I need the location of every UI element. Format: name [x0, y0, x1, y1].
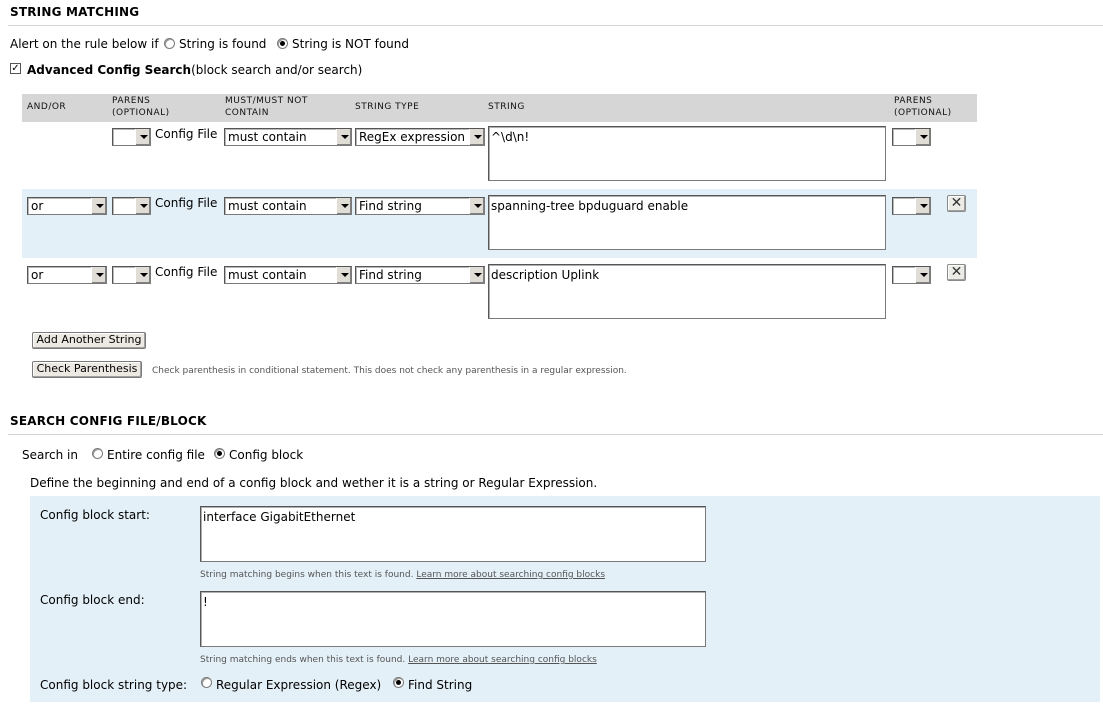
learn-more-link-end[interactable]: Learn more about searching config blocks [408, 655, 597, 665]
radio-string-not-found[interactable] [277, 38, 288, 49]
advanced-config-search-checkbox[interactable]: ✓ [10, 63, 21, 74]
string-type-select-row-1[interactable]: RegEx expression [355, 128, 485, 146]
radio-config-block[interactable] [214, 448, 225, 459]
section-divider [8, 434, 1103, 435]
chevron-down-icon [336, 129, 351, 145]
remove-row-3-button[interactable]: ✕ [947, 264, 966, 281]
radio-string-not-found-label: String is NOT found [292, 37, 409, 51]
config-block-start-help: String matching begins when this text is… [200, 570, 605, 580]
open-paren-select-row-1[interactable] [112, 128, 151, 146]
advanced-config-search-label: Advanced Config Search(block search and/… [27, 63, 362, 77]
header-parens-open-1: PARENS [112, 96, 151, 106]
open-paren-select-row-2[interactable] [112, 197, 151, 215]
radio-config-block-label: Config block [229, 448, 304, 462]
string-type-value: RegEx expression [359, 130, 466, 144]
must-select-row-3[interactable]: must contain [224, 266, 352, 284]
chevron-down-icon [336, 267, 351, 283]
radio-string-found-label: String is found [179, 37, 267, 51]
search-in-label: Search in [22, 448, 78, 462]
header-string: STRING [488, 102, 525, 112]
section-title-string-matching: STRING MATCHING [10, 5, 140, 19]
string-input-row-2[interactable]: spanning-tree bpduguard enable [488, 195, 886, 250]
source-label-row-1: Config File [155, 127, 218, 141]
string-table-header: AND/OR PARENS (OPTIONAL) MUST/MUST NOT CON… [22, 94, 977, 122]
close-paren-select-row-2[interactable] [892, 197, 931, 215]
section-title-search-config: SEARCH CONFIG FILE/BLOCK [10, 414, 207, 428]
chevron-down-icon [91, 198, 106, 214]
chevron-down-icon [915, 267, 930, 283]
radio-regular-expression-label: Regular Expression (Regex) [216, 678, 382, 692]
radio-find-string[interactable] [393, 677, 404, 688]
chevron-down-icon [469, 129, 484, 145]
andor-select-row-3[interactable]: or [27, 266, 107, 284]
radio-find-string-label: Find String [408, 678, 473, 692]
source-label-row-2: Config File [155, 196, 218, 210]
close-icon: ✕ [950, 195, 963, 211]
add-another-string-button[interactable]: Add Another String [32, 332, 146, 349]
radio-entire-config-file[interactable] [92, 448, 103, 459]
check-parenthesis-help: Check parenthesis in conditional stateme… [152, 366, 627, 376]
string-type-value: Find string [359, 268, 422, 282]
must-value: must contain [228, 199, 307, 213]
config-block-end-help: String matching ends when this text is f… [200, 655, 597, 665]
config-block-end-label: Config block end: [40, 593, 145, 607]
must-select-row-1[interactable]: must contain [224, 128, 352, 146]
radio-entire-config-file-label: Entire config file [107, 448, 205, 462]
andor-value: or [31, 199, 44, 213]
config-block-string-type-label: Config block string type: [40, 678, 188, 692]
header-andor: AND/OR [27, 102, 67, 112]
string-type-select-row-3[interactable]: Find string [355, 266, 485, 284]
chevron-down-icon [915, 198, 930, 214]
header-parens-open-2: (OPTIONAL) [112, 108, 170, 118]
config-block-end-input[interactable]: ! [200, 591, 706, 647]
advanced-label-rest: (block search and/or search) [191, 63, 363, 77]
chevron-down-icon [135, 198, 150, 214]
chevron-down-icon [469, 267, 484, 283]
define-block-description: Define the beginning and end of a config… [30, 476, 598, 490]
andor-select-row-2[interactable]: or [27, 197, 107, 215]
open-paren-select-row-3[interactable] [112, 266, 151, 284]
chevron-down-icon [336, 198, 351, 214]
radio-regular-expression[interactable] [201, 677, 212, 688]
header-must: MUST/MUST NOT CONTAIN [225, 95, 308, 119]
remove-row-2-button[interactable]: ✕ [947, 195, 966, 212]
source-label-row-3: Config File [155, 265, 218, 279]
config-block-start-label: Config block start: [40, 508, 150, 522]
header-string-type: STRING TYPE [355, 102, 420, 112]
chevron-down-icon [915, 129, 930, 145]
check-parenthesis-button[interactable]: Check Parenthesis [32, 361, 142, 378]
close-icon: ✕ [950, 264, 963, 280]
must-select-row-2[interactable]: must contain [224, 197, 352, 215]
header-parens-open: PARENS (OPTIONAL) [112, 95, 170, 119]
header-must-1: MUST/MUST NOT [225, 96, 308, 106]
learn-more-link-start[interactable]: Learn more about searching config blocks [416, 570, 605, 580]
header-parens-close-2: (OPTIONAL) [894, 108, 952, 118]
andor-value: or [31, 268, 44, 282]
close-paren-select-row-1[interactable] [892, 128, 931, 146]
chevron-down-icon [469, 198, 484, 214]
must-value: must contain [228, 130, 307, 144]
header-parens-close: PARENS (OPTIONAL) [894, 95, 952, 119]
header-parens-close-1: PARENS [894, 96, 933, 106]
string-type-select-row-2[interactable]: Find string [355, 197, 485, 215]
close-paren-select-row-3[interactable] [892, 266, 931, 284]
advanced-label-bold: Advanced Config Search [27, 63, 192, 77]
must-value: must contain [228, 268, 307, 282]
end-help-text: String matching ends when this text is f… [200, 655, 406, 665]
radio-string-found[interactable] [164, 38, 175, 49]
chevron-down-icon [91, 267, 106, 283]
string-input-row-3[interactable]: description Uplink [488, 264, 886, 319]
chevron-down-icon [135, 267, 150, 283]
string-input-row-1[interactable]: ^\d\n! [488, 126, 886, 181]
alert-rule-label: Alert on the rule below if [10, 37, 159, 51]
start-help-text: String matching begins when this text is… [200, 570, 414, 580]
config-block-start-input[interactable]: interface GigabitEthernet [200, 506, 706, 562]
string-type-value: Find string [359, 199, 422, 213]
section-divider [8, 25, 1103, 26]
header-must-2: CONTAIN [225, 108, 269, 118]
chevron-down-icon [135, 129, 150, 145]
